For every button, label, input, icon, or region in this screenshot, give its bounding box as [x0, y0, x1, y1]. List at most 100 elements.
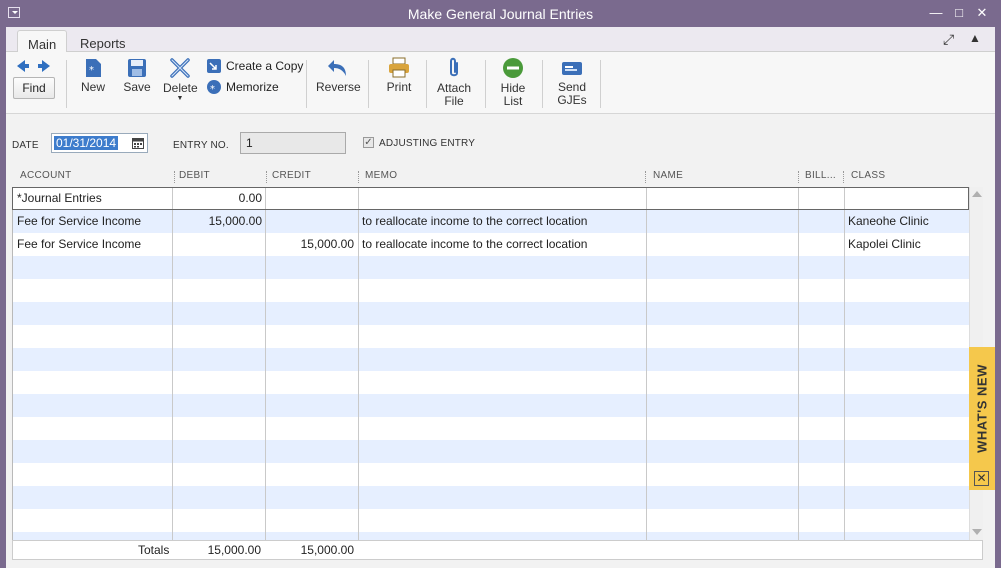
column-divider [265, 187, 266, 540]
next-arrow-icon[interactable] [37, 59, 51, 73]
attach-file-button[interactable]: Attach File [434, 57, 474, 108]
toolbar: Find * New Save Delete ▼ Create a Copy *… [6, 52, 995, 114]
table-row[interactable]: Fee for Service Income 15,000.00 to real… [13, 233, 969, 256]
svg-text:*: * [210, 84, 215, 95]
minimize-icon[interactable]: — [928, 5, 944, 21]
table-row[interactable] [13, 440, 969, 463]
date-field[interactable]: 01/31/2014 [51, 133, 148, 153]
calendar-icon[interactable] [132, 137, 144, 149]
toolbar-separator [542, 60, 543, 108]
cell-class[interactable]: Kapolei Clinic [848, 233, 968, 256]
date-label: DATE [12, 140, 39, 151]
col-memo[interactable]: MEMO [365, 170, 397, 184]
copy-icon [207, 59, 221, 73]
column-divider [172, 187, 173, 540]
save-button[interactable]: Save [121, 58, 153, 94]
scroll-down-icon[interactable] [972, 529, 982, 535]
collapse-ribbon-icon[interactable]: ▲ [969, 31, 981, 45]
column-divider [358, 187, 359, 540]
entry-no-label: ENTRY NO. [173, 140, 229, 151]
delete-button[interactable]: Delete ▼ [163, 57, 198, 103]
print-label: Print [386, 80, 412, 94]
table-row[interactable] [13, 509, 969, 532]
tab-reports[interactable]: Reports [70, 30, 136, 53]
active-row-outline [12, 187, 969, 210]
print-button[interactable]: Print [381, 57, 417, 94]
memorize-icon: * [207, 80, 221, 95]
adjusting-entry-checkbox[interactable]: ✓ [363, 137, 374, 148]
memorize-button[interactable]: * Memorize [206, 79, 306, 97]
table-row[interactable] [13, 325, 969, 348]
table-row[interactable] [13, 371, 969, 394]
send-gjes-button[interactable]: Send GJEs [554, 58, 590, 107]
previous-arrow-icon[interactable] [16, 59, 30, 73]
toolbar-separator [66, 60, 67, 108]
hide-list-button[interactable]: Hide List [496, 57, 530, 108]
table-row[interactable] [13, 348, 969, 371]
journal-grid[interactable]: *Journal Entries 0.00 Fee for Service In… [12, 187, 969, 540]
col-billable[interactable]: BILL... [805, 170, 836, 184]
adjusting-entry-label: ADJUSTING ENTRY [379, 138, 476, 149]
tab-main[interactable]: Main [17, 30, 68, 53]
toolbar-separator [426, 60, 427, 108]
col-name[interactable]: NAME [653, 170, 683, 184]
col-account[interactable]: ACCOUNT [20, 170, 72, 184]
table-row[interactable] [13, 394, 969, 417]
table-row[interactable] [13, 463, 969, 486]
total-credit: 15,000.00 [300, 543, 354, 557]
whats-new-panel[interactable]: WHAT'S NEW ✕ [969, 347, 995, 490]
col-class[interactable]: CLASS [851, 170, 885, 184]
cell-memo[interactable]: to reallocate income to the correct loca… [362, 233, 642, 256]
date-value: 01/31/2014 [54, 136, 119, 150]
reverse-label: Reverse [316, 80, 361, 94]
col-credit[interactable]: CREDIT [272, 170, 311, 184]
column-resizer[interactable] [358, 171, 359, 183]
cell-account[interactable]: Fee for Service Income [17, 210, 173, 233]
dropdown-arrow-icon: ▼ [176, 95, 184, 102]
totals-label: Totals [138, 543, 170, 557]
save-disk-icon [128, 59, 146, 77]
find-button[interactable]: Find [13, 77, 55, 99]
scroll-up-icon[interactable] [972, 191, 982, 197]
printer-icon [389, 57, 409, 78]
cell-memo[interactable]: to reallocate income to the correct loca… [362, 210, 642, 233]
cell-class[interactable]: Kaneohe Clinic [848, 210, 968, 233]
delete-label: Delete [163, 81, 198, 95]
column-resizer[interactable] [843, 171, 844, 183]
table-row[interactable] [13, 256, 969, 279]
reverse-button[interactable]: Reverse [316, 58, 361, 94]
window-title: Make General Journal Entries [407, 6, 594, 22]
maximize-icon[interactable]: □ [951, 5, 967, 21]
delete-x-icon [170, 58, 190, 78]
close-icon[interactable]: ✕ [974, 5, 990, 21]
table-row[interactable] [13, 302, 969, 325]
column-resizer[interactable] [174, 171, 175, 183]
cell-credit[interactable]: 15,000.00 [267, 233, 354, 256]
cell-account[interactable]: Fee for Service Income [17, 233, 173, 256]
reverse-arrow-icon [328, 60, 346, 76]
column-resizer[interactable] [266, 171, 267, 183]
create-copy-label: Create a Copy [226, 59, 304, 73]
table-row[interactable]: Fee for Service Income 15,000.00 to real… [13, 210, 969, 233]
cell-credit[interactable] [267, 210, 354, 233]
table-row[interactable] [13, 417, 969, 440]
create-copy-button[interactable]: Create a Copy [206, 58, 306, 76]
toolbar-separator [368, 60, 369, 108]
expand-icon[interactable]: ⤢ [943, 31, 954, 48]
column-resizer[interactable] [645, 171, 646, 183]
table-row[interactable] [13, 486, 969, 509]
attach-label-2: File [444, 94, 464, 108]
table-row[interactable] [13, 532, 969, 540]
memorize-label: Memorize [226, 80, 279, 94]
table-row[interactable] [13, 279, 969, 302]
new-button[interactable]: * New [78, 58, 108, 94]
entry-no-field[interactable]: 1 [240, 132, 346, 154]
col-debit[interactable]: DEBIT [179, 170, 210, 184]
close-whats-new-icon[interactable]: ✕ [974, 471, 989, 486]
total-debit: 15,000.00 [207, 543, 261, 557]
send-envelope-icon [562, 62, 582, 75]
column-resizer[interactable] [798, 171, 799, 183]
cell-debit[interactable]: 15,000.00 [174, 210, 262, 233]
column-divider [646, 187, 647, 540]
new-document-icon: * [86, 59, 101, 77]
